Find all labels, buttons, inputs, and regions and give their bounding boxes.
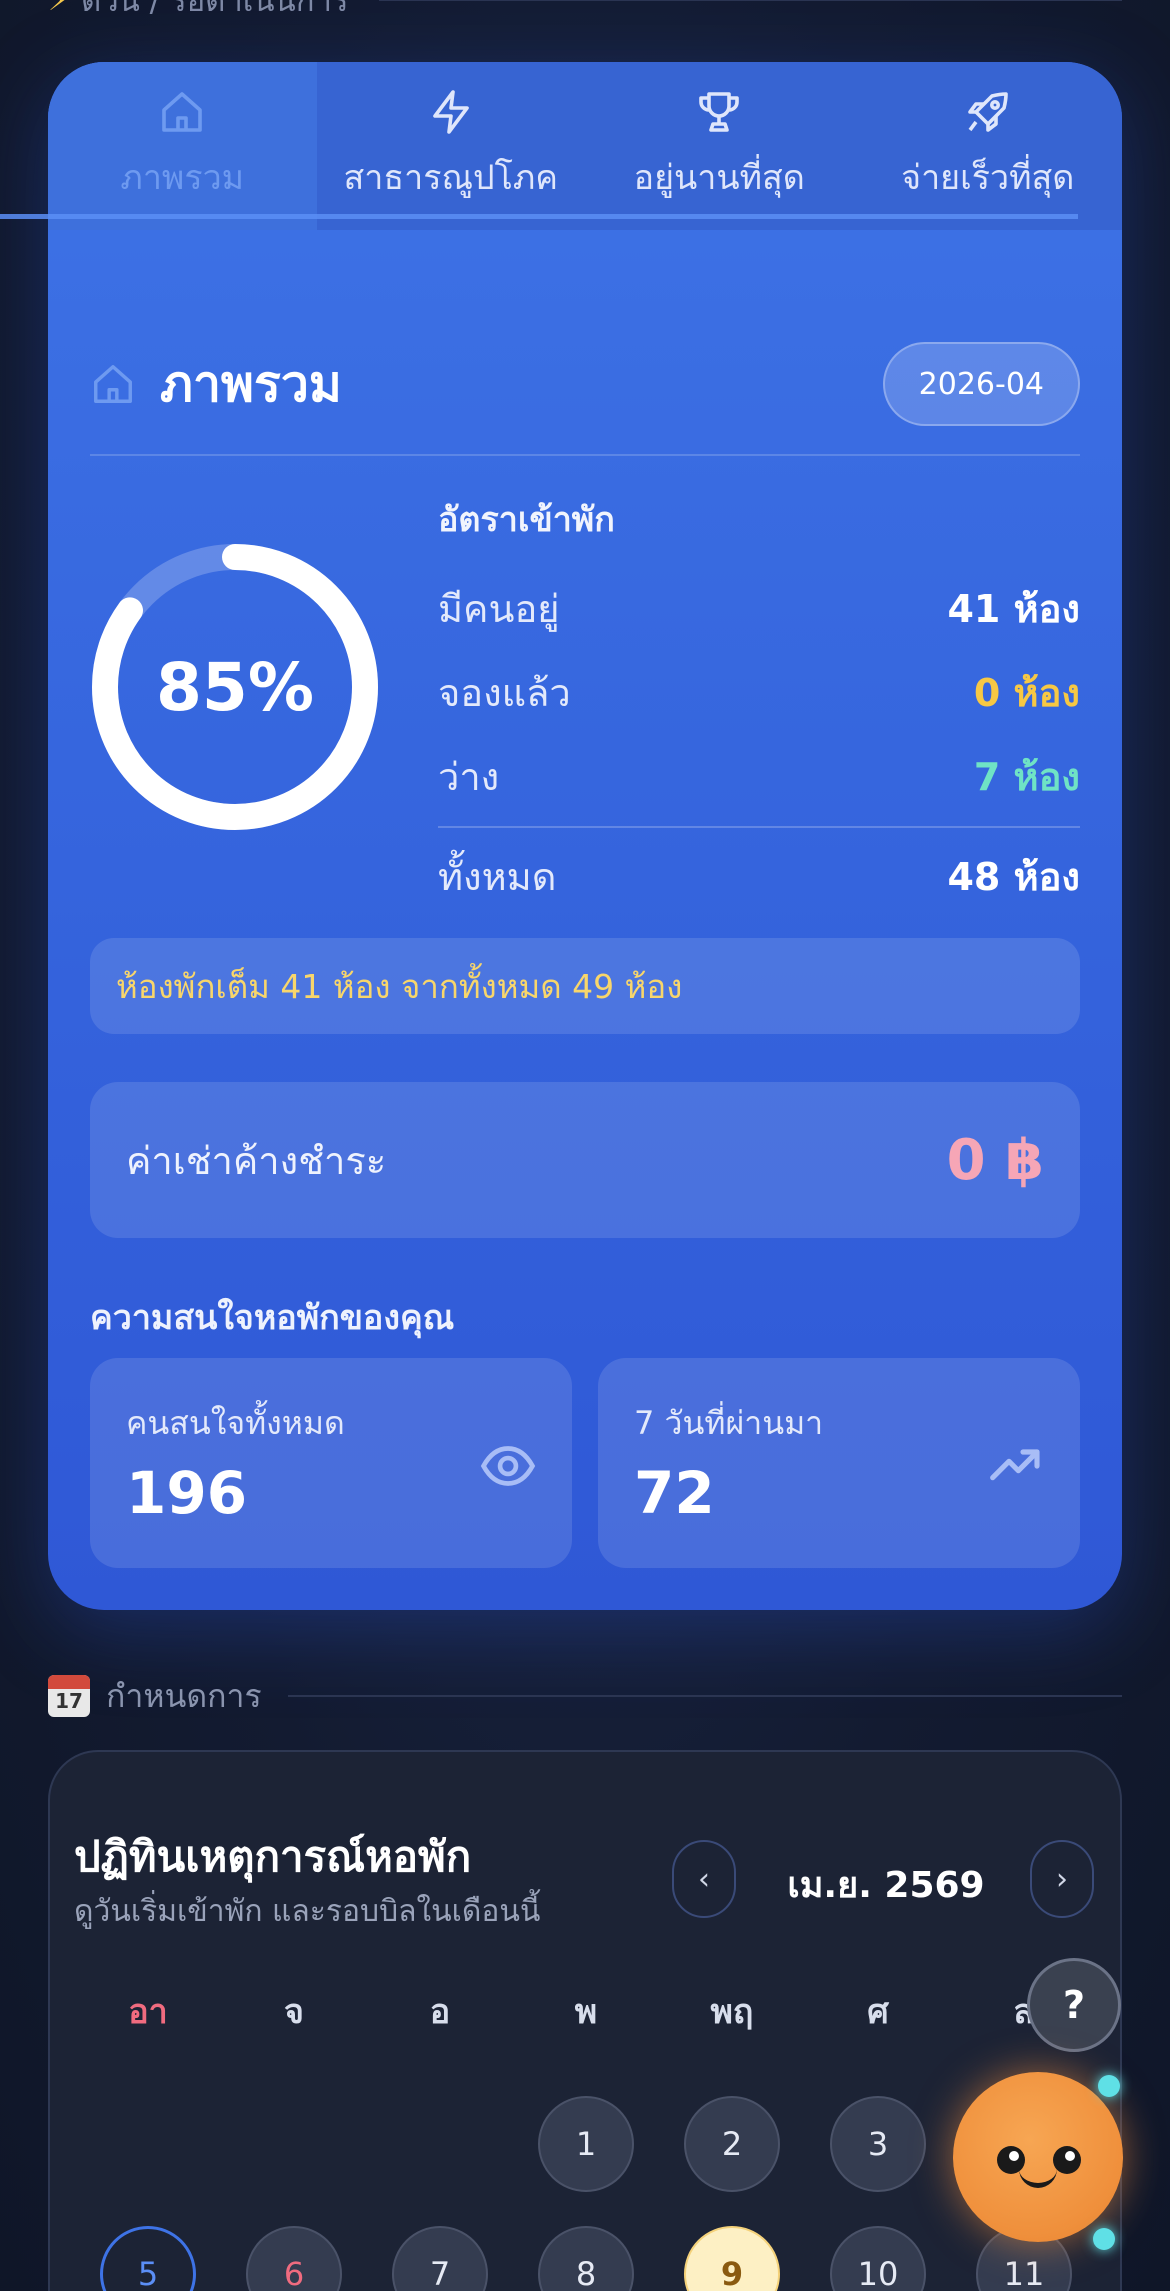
weekday-sun: อา (128, 1992, 168, 2032)
tab-utilities[interactable]: สาธารณูปโภค (317, 62, 586, 230)
section-divider (378, 0, 1122, 1)
weekday-wed: พ (574, 1992, 598, 2032)
event-calendar-card: ปฏิทินเหตุการณ์หอพัก ดูวันเริ่มเข้าพัก แ… (48, 1750, 1122, 2291)
home-icon (162, 92, 203, 132)
total-row: ทั้งหมด 48 ห้อง (438, 834, 1080, 918)
eye-icon (480, 1446, 536, 1486)
total-value: 48 ห้อง (947, 854, 1080, 899)
weekday-mon: จ (284, 1992, 304, 2032)
interest-title: ความสนใจหอพักของคุณ (90, 1298, 455, 1338)
arrears-label: ค่าเช่าค้างชำระ (126, 1138, 387, 1183)
vacant-value: 7 ห้อง (973, 754, 1080, 799)
prev-month-button[interactable]: ‹ (672, 1840, 736, 1918)
reserved-label: จองแล้ว (438, 670, 571, 715)
overview-card: ภาพรวม สาธารณูปโภค อยู่นานที่สุด จ่ายเร็… (48, 62, 1122, 1610)
schedule-section-label: กำหนดการ (106, 1676, 262, 1715)
schedule-section-header: 17 กำหนดการ (48, 1672, 1122, 1720)
calendar-subtitle: ดูวันเริ่มเข้าพัก และรอบบิลในเดือนนี้ (74, 1894, 541, 1929)
mascot-eye (1053, 2146, 1081, 2174)
sparkle-decoration (1098, 2075, 1120, 2097)
calendar-day[interactable]: 7 (392, 2226, 488, 2291)
reserved-value: 0 ห้อง (973, 670, 1080, 715)
calendar-day-today[interactable]: 5 (100, 2226, 196, 2291)
tab-underline (0, 214, 1078, 219)
arrears-card[interactable]: ค่าเช่าค้างชำระ 0 ฿ (90, 1082, 1080, 1238)
calendar-title: ปฏิทินเหตุการณ์หอพัก (74, 1832, 472, 1881)
tab-label: อยู่นานที่สุด (633, 158, 805, 198)
calendar-day[interactable]: 6 (246, 2226, 342, 2291)
trophy-icon (699, 92, 740, 132)
calendar-day[interactable]: 8 (538, 2226, 634, 2291)
tab-bar: ภาพรวม สาธารณูปโภค อยู่นานที่สุด จ่ายเร็… (48, 62, 1122, 230)
weekday-thu: พฤ (710, 1992, 754, 2032)
tab-longest-stay[interactable]: อยู่นานที่สุด (585, 62, 854, 230)
arrears-amount: 0 ฿ (946, 1127, 1044, 1193)
section-divider (287, 1695, 1122, 1697)
sparkle-decoration (1093, 2228, 1115, 2250)
occupancy-percent: 85% (156, 648, 314, 726)
next-month-button[interactable]: › (1030, 1840, 1094, 1918)
header-divider (90, 454, 1080, 456)
interest-total-card[interactable]: คนสนใจทั้งหมด 196 (90, 1358, 572, 1568)
total-label: ทั้งหมด (438, 854, 557, 899)
mascot-assistant-button[interactable] (953, 2072, 1123, 2242)
occupied-row: มีคนอยู่ 41 ห้อง (438, 566, 1080, 650)
calendar-day[interactable]: 3 (830, 2096, 926, 2192)
mascot-mouth (1019, 2168, 1057, 2188)
tab-label: สาธารณูปโภค (343, 158, 559, 198)
help-button[interactable]: ? (1027, 1958, 1121, 2052)
occupancy-notice: ห้องพักเต็ม 41 ห้อง จากทั้งหมด 49 ห้อง (90, 938, 1080, 1034)
weekday-tue: อ (429, 1992, 451, 2032)
interest-7days-value: 72 (634, 1459, 715, 1527)
tab-label: ภาพรวม (120, 158, 245, 198)
vacant-row: ว่าง 7 ห้อง (438, 734, 1080, 818)
pending-section-header: ⚡ ด่วน / รอดำเนินการ (48, 0, 1122, 22)
occupancy-stats: อัตราเข้าพัก มีคนอยู่ 41 ห้อง จองแล้ว 0 … (438, 492, 1080, 918)
occupancy-title: อัตราเข้าพัก (438, 500, 615, 540)
calendar-day[interactable]: 1 (538, 2096, 634, 2192)
interest-7days-card[interactable]: 7 วันที่ผ่านมา 72 (598, 1358, 1080, 1568)
interest-total-label: คนสนใจทั้งหมด (126, 1404, 345, 1442)
overview-title: ภาพรวม (160, 354, 342, 413)
reserved-row: จองแล้ว 0 ห้อง (438, 650, 1080, 734)
calendar-day-event[interactable]: 9 (684, 2226, 780, 2291)
month-badge[interactable]: 2026-04 (882, 342, 1080, 426)
occupied-value: 41 ห้อง (947, 586, 1080, 631)
lightning-icon: ⚡ (48, 0, 70, 18)
tab-fastest-payer[interactable]: จ่ายเร็วที่สุด (854, 62, 1123, 230)
occupancy-ring: 85% (90, 542, 380, 832)
rocket-icon (967, 92, 1008, 132)
weekday-fri: ศ (867, 1992, 889, 2032)
calendar-day[interactable]: 10 (830, 2226, 926, 2291)
occupied-label: มีคนอยู่ (438, 586, 560, 631)
stats-divider (438, 826, 1080, 828)
calendar-icon: 17 (48, 1675, 90, 1717)
tab-label: จ่ายเร็วที่สุด (901, 158, 1075, 198)
interest-total-value: 196 (126, 1459, 248, 1527)
bolt-icon (432, 90, 469, 134)
trending-up-icon (990, 1449, 1040, 1481)
tab-overview[interactable]: ภาพรวม (48, 62, 317, 230)
vacant-label: ว่าง (438, 754, 500, 799)
calendar-month: เม.ย. 2569 (787, 1865, 985, 1906)
pending-section-label: ด่วน / รอดำเนินการ (81, 0, 349, 19)
overview-header: ภาพรวม 2026-04 (90, 334, 1080, 434)
home-icon (94, 365, 132, 403)
interest-7days-label: 7 วันที่ผ่านมา (634, 1404, 824, 1442)
calendar-day[interactable]: 2 (684, 2096, 780, 2192)
